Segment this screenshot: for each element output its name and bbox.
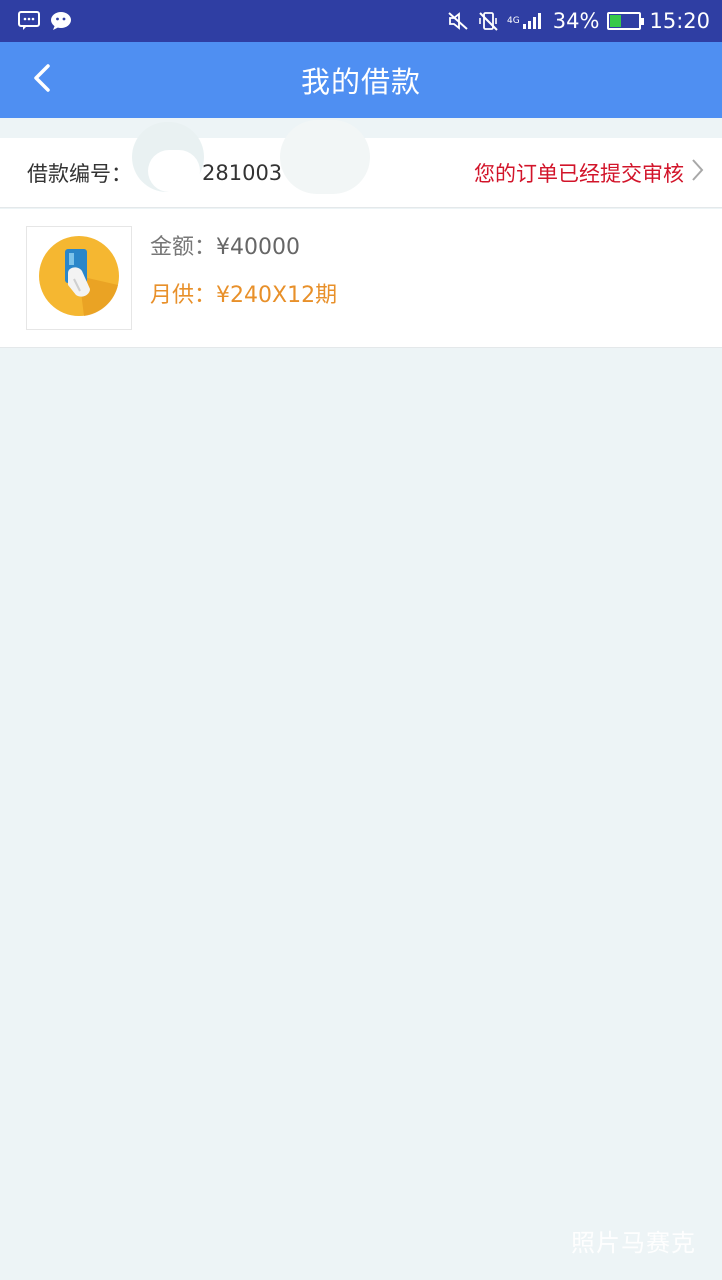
monthly-line: 月供：¥240X12期: [150, 277, 337, 309]
app-bar: 我的借款: [0, 42, 722, 118]
battery-icon: [607, 12, 645, 30]
chevron-left-icon: [31, 63, 53, 97]
chevron-right-icon: [690, 157, 704, 188]
message-icon: [18, 11, 40, 31]
order-number-label: 借款编号：: [27, 161, 132, 186]
monthly-value: ¥240X12期: [216, 283, 338, 308]
credit-card-icon: [38, 235, 120, 321]
wechat-icon: [50, 11, 74, 31]
battery-fill: [610, 15, 621, 27]
svg-text:4G: 4G: [507, 16, 520, 26]
loan-item[interactable]: 金额：¥40000 月供：¥240X12期: [0, 209, 722, 348]
battery-percent: 34%: [552, 9, 600, 33]
loan-info: 金额：¥40000 月供：¥240X12期: [150, 229, 337, 309]
status-bar-right: 4G 34% 15:20: [447, 9, 710, 33]
back-button[interactable]: [22, 60, 62, 100]
order-status-link[interactable]: 您的订单已经提交审核: [474, 157, 704, 188]
watermark: 照片马赛克: [571, 1229, 696, 1257]
status-bar: 4G 34% 15:20: [0, 0, 722, 42]
monthly-label: 月供：: [150, 283, 217, 308]
loan-thumbnail: [26, 226, 132, 330]
vibrate-off-icon: [477, 10, 499, 32]
mute-icon: [447, 11, 469, 31]
status-time: 15:20: [649, 9, 710, 33]
order-status-text: 您的订单已经提交审核: [474, 161, 684, 186]
amount-line: 金额：¥40000: [150, 229, 337, 261]
redaction-mask: [280, 120, 370, 194]
status-bar-left: [18, 11, 74, 31]
page-title: 我的借款: [300, 65, 421, 99]
redaction-mask: [148, 150, 200, 192]
signal-icon: 4G: [507, 11, 545, 31]
amount-value: ¥40000: [216, 235, 300, 260]
order-number: 281003: [202, 160, 283, 185]
amount-label: 金额：: [150, 235, 217, 260]
